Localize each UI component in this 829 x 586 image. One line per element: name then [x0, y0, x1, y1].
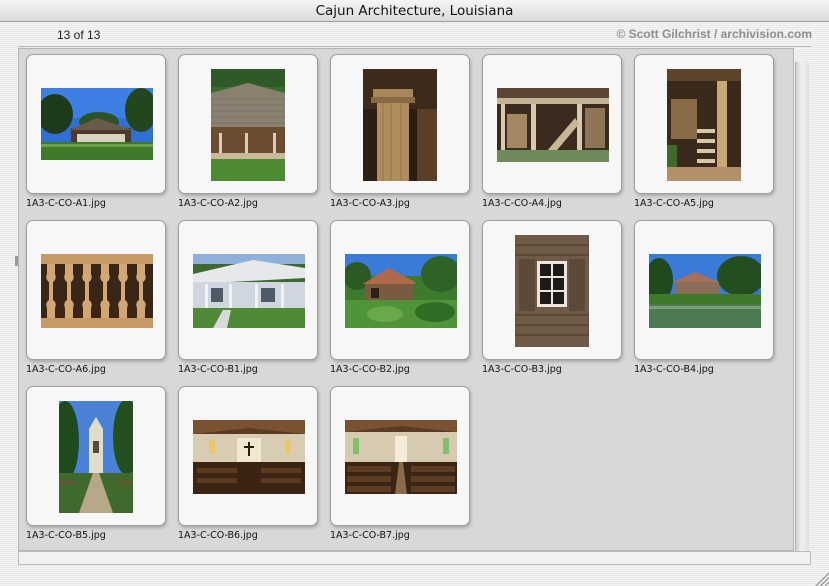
thumbnail-card[interactable] — [26, 220, 166, 360]
thumbnail-card[interactable] — [26, 386, 166, 526]
thumbnail-tile[interactable]: 1A3-C-CO-B5.jpg — [26, 386, 166, 541]
thumbnail-filename: 1A3-C-CO-A2.jpg — [178, 198, 258, 209]
thumbnail-tile[interactable]: 1A3-C-CO-A6.jpg — [26, 220, 166, 375]
thumbnail-card[interactable] — [482, 54, 622, 194]
thumbnail-tile[interactable]: 1A3-C-CO-A3.jpg — [330, 54, 470, 209]
thumbnail-filename: 1A3-C-CO-A3.jpg — [330, 198, 410, 209]
thumbnail-tile[interactable]: 1A3-C-CO-B7.jpg — [330, 386, 470, 541]
thumbnail-filename: 1A3-C-CO-B7.jpg — [330, 530, 410, 541]
thumbnail-tile[interactable]: 1A3-C-CO-B3.jpg — [482, 220, 622, 375]
thumbnail-tile[interactable]: 1A3-C-CO-B1.jpg — [178, 220, 318, 375]
thumbnail-tile[interactable]: 1A3-C-CO-B6.jpg — [178, 386, 318, 541]
thumbnail-card[interactable] — [482, 220, 622, 360]
thumbnail-card[interactable] — [178, 54, 318, 194]
thumbnail-gallery: 1A3-C-CO-A1.jpg 1A3-C-CO-A2.jpg 1A3-C-CO… — [18, 48, 794, 551]
thumbnail-image[interactable] — [193, 420, 305, 494]
thumbnail-card[interactable] — [634, 220, 774, 360]
thumbnail-card[interactable] — [26, 54, 166, 194]
thumbnail-filename: 1A3-C-CO-A5.jpg — [634, 198, 714, 209]
thumbnail-tile[interactable]: 1A3-C-CO-B4.jpg — [634, 220, 774, 375]
thumbnail-tile[interactable]: 1A3-C-CO-A1.jpg — [26, 54, 166, 209]
thumbnail-card[interactable] — [178, 386, 318, 526]
thumbnail-filename: 1A3-C-CO-B4.jpg — [634, 364, 714, 375]
window: Cajun Architecture, Louisiana 13 of 13 ©… — [0, 0, 829, 586]
horizontal-scrollbar[interactable] — [18, 551, 811, 565]
vertical-scrollbar[interactable] — [795, 62, 809, 551]
thumbnail-tile[interactable]: 1A3-C-CO-A5.jpg — [634, 54, 774, 209]
thumbnail-filename: 1A3-C-CO-B3.jpg — [482, 364, 562, 375]
header-divider — [18, 46, 811, 47]
copyright-credit: © Scott Gilchrist / archivision.com — [616, 27, 812, 41]
thumbnail-image[interactable] — [363, 69, 437, 181]
thumbnail-tile[interactable]: 1A3-C-CO-A4.jpg — [482, 54, 622, 209]
thumbnail-tile[interactable]: 1A3-C-CO-B2.jpg — [330, 220, 470, 375]
thumbnail-filename: 1A3-C-CO-B2.jpg — [330, 364, 410, 375]
thumbnail-image[interactable] — [345, 420, 457, 494]
thumbnail-filename: 1A3-C-CO-B6.jpg — [178, 530, 258, 541]
thumbnail-card[interactable] — [330, 54, 470, 194]
thumbnail-filename: 1A3-C-CO-A4.jpg — [482, 198, 562, 209]
thumbnail-image[interactable] — [41, 254, 153, 328]
thumbnail-image[interactable] — [649, 254, 761, 328]
thumbnail-image[interactable] — [59, 401, 133, 513]
thumbnail-card[interactable] — [634, 54, 774, 194]
title-bar[interactable]: Cajun Architecture, Louisiana — [0, 0, 829, 22]
thumbnail-filename: 1A3-C-CO-B5.jpg — [26, 530, 106, 541]
thumbnail-image[interactable] — [193, 254, 305, 328]
thumbnail-tile[interactable]: 1A3-C-CO-A2.jpg — [178, 54, 318, 209]
thumbnail-card[interactable] — [330, 386, 470, 526]
thumbnail-filename: 1A3-C-CO-A6.jpg — [26, 364, 106, 375]
thumbnail-image[interactable] — [345, 254, 457, 328]
thumbnail-card[interactable] — [178, 220, 318, 360]
thumbnail-image[interactable] — [211, 69, 285, 181]
thumbnail-card[interactable] — [330, 220, 470, 360]
thumbnail-image[interactable] — [497, 88, 609, 162]
window-title: Cajun Architecture, Louisiana — [315, 3, 514, 19]
resize-grip-icon[interactable] — [814, 571, 829, 586]
thumbnail-image[interactable] — [667, 69, 741, 181]
image-counter: 13 of 13 — [57, 28, 101, 42]
thumbnail-filename: 1A3-C-CO-A1.jpg — [26, 198, 106, 209]
thumbnail-filename: 1A3-C-CO-B1.jpg — [178, 364, 258, 375]
thumbnail-image[interactable] — [41, 88, 153, 160]
thumbnail-image[interactable] — [515, 235, 589, 347]
